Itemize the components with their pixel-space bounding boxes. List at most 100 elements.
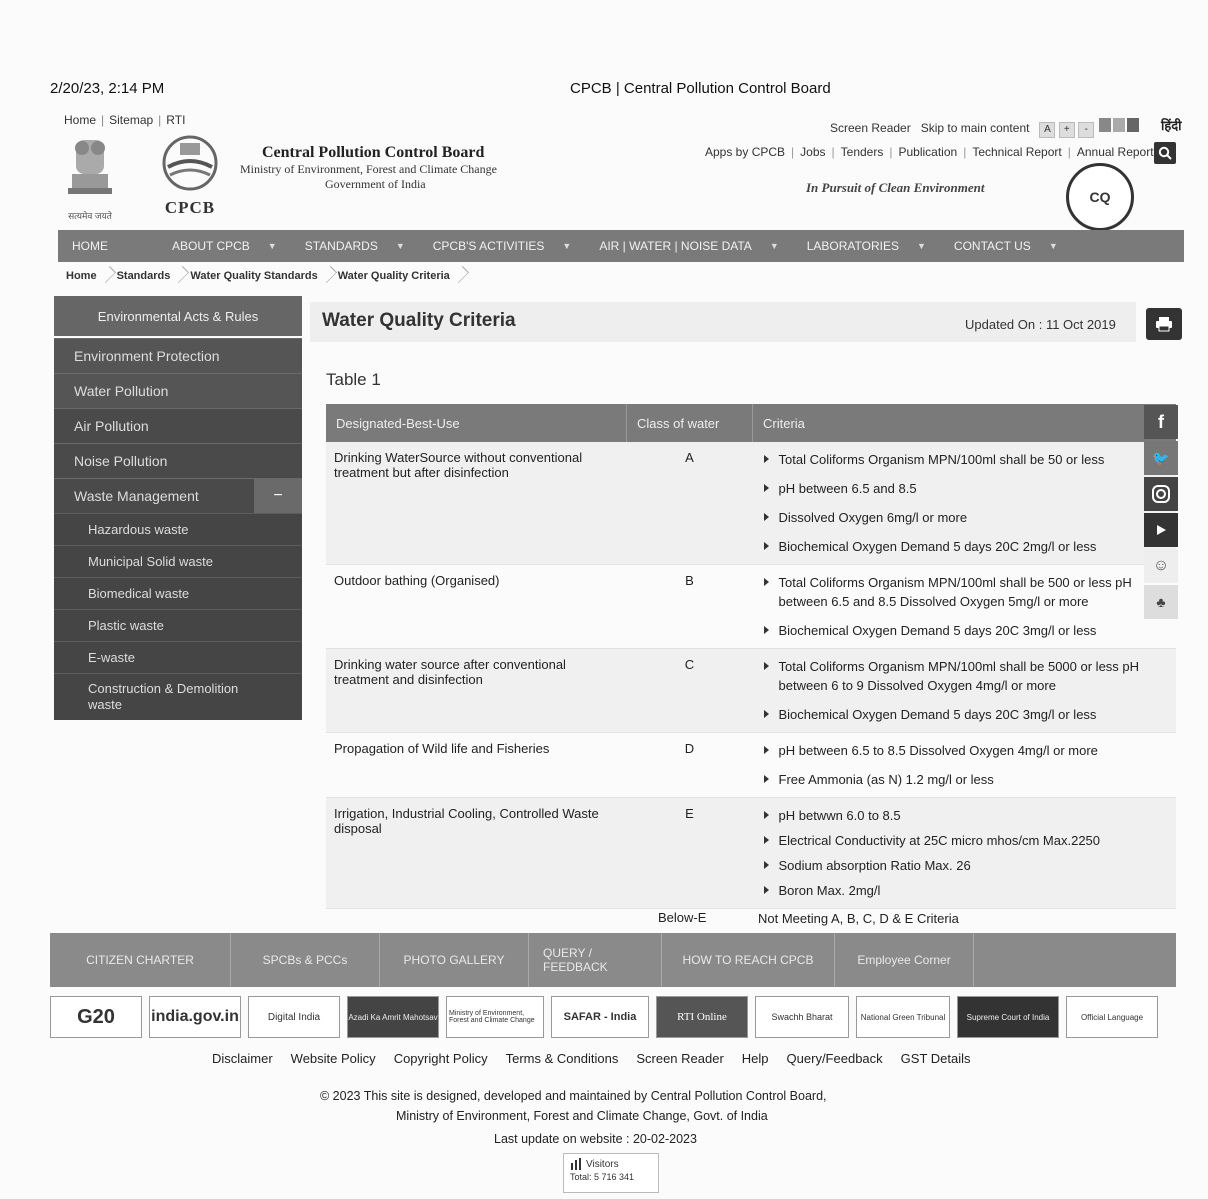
cell-class: C bbox=[626, 648, 753, 733]
youtube-icon[interactable] bbox=[1144, 513, 1178, 547]
footer-citizen-charter[interactable]: CITIZEN CHARTER bbox=[50, 933, 231, 987]
sidebar-header[interactable]: Environmental Acts & Rules bbox=[54, 296, 302, 336]
footer-link-copyright-policy[interactable]: Copyright Policy bbox=[394, 1051, 488, 1066]
partner-logo-official-language[interactable]: Official Language bbox=[1066, 996, 1158, 1038]
table-header-row: Designated-Best-Use Class of water Crite… bbox=[326, 404, 1176, 442]
theme-swatch-2[interactable] bbox=[1113, 118, 1126, 132]
partner-logo-moefcc[interactable]: Ministry of Environment, Forest and Clim… bbox=[446, 996, 544, 1038]
publication-link[interactable]: Publication bbox=[898, 145, 957, 159]
sidebar-item-environment-protection[interactable]: Environment Protection bbox=[54, 338, 302, 373]
footer-employee-corner[interactable]: Employee Corner bbox=[835, 933, 974, 987]
partner-logo-amrit-mahotsav[interactable]: Azadi Ka Amrit Mahotsav bbox=[347, 996, 439, 1038]
sidebar-item-label: Waste Management bbox=[74, 488, 199, 504]
sidebar-subitem-construction[interactable]: Construction & Demolition waste bbox=[54, 673, 302, 720]
national-emblem-icon: सत्यमेव जयते bbox=[62, 134, 118, 221]
technical-report-link[interactable]: Technical Report bbox=[972, 145, 1061, 159]
top-link-rti[interactable]: RTI bbox=[166, 113, 185, 127]
hindi-language-link[interactable]: हिंदी bbox=[1161, 116, 1182, 134]
search-button[interactable] bbox=[1154, 142, 1176, 164]
breadcrumb-water-quality-standards[interactable]: Water Quality Standards bbox=[182, 270, 329, 282]
mascot-icon[interactable]: ☺ bbox=[1144, 549, 1178, 583]
apps-link[interactable]: Apps by CPCB bbox=[705, 145, 785, 159]
footer-link-query-feedback[interactable]: Query/Feedback bbox=[787, 1051, 883, 1066]
nav-about[interactable]: ABOUT CPCB ▼ bbox=[122, 230, 291, 262]
nav-activities-label: CPCB'S ACTIVITIES bbox=[432, 239, 545, 253]
footer-link-disclaimer[interactable]: Disclaimer bbox=[212, 1051, 273, 1066]
chevron-down-icon: ▼ bbox=[267, 241, 277, 251]
partner-logo-ngt[interactable]: National Green Tribunal bbox=[856, 996, 950, 1038]
nav-laboratories[interactable]: LABORATORIES ▼ bbox=[793, 230, 940, 262]
font-reset-button[interactable]: A bbox=[1039, 122, 1056, 138]
top-link-home[interactable]: Home bbox=[64, 113, 96, 127]
page-title: Water Quality Criteria bbox=[322, 310, 516, 331]
sidebar-subitem-plastic[interactable]: Plastic waste bbox=[54, 609, 302, 641]
sidebar-item-waste-management[interactable]: Waste Management − bbox=[54, 478, 302, 513]
footer-query-feedback[interactable]: QUERY / FEEDBACK bbox=[529, 933, 662, 987]
criteria-item: Sodium absorption Ratio Max. 26 bbox=[761, 856, 1169, 875]
partner-logo-g20[interactable]: G20 bbox=[50, 996, 142, 1038]
partner-logo-rti-online[interactable]: RTI Online bbox=[656, 996, 748, 1038]
sidebar-subitem-ewaste[interactable]: E-waste bbox=[54, 641, 302, 673]
theme-swatch-1[interactable] bbox=[1099, 118, 1112, 132]
cell-criteria: pH between 6.5 to 8.5 Dissolved Oxygen 4… bbox=[752, 732, 1176, 798]
twitter-icon[interactable]: 🐦 bbox=[1144, 441, 1178, 475]
nav-activities[interactable]: CPCB'S ACTIVITIES ▼ bbox=[419, 230, 586, 262]
copyright-line-1: © 2023 This site is designed, developed … bbox=[320, 1089, 827, 1103]
table-row: Propagation of Wild life and Fisheries D… bbox=[326, 732, 1176, 798]
table-row: Irrigation, Industrial Cooling, Controll… bbox=[326, 797, 1176, 909]
criteria-item: Boron Max. 2mg/l bbox=[761, 881, 1169, 900]
chevron-down-icon: ▼ bbox=[769, 241, 779, 251]
partner-logo-digital-india[interactable]: Digital India bbox=[248, 996, 340, 1038]
theme-swatch-3[interactable] bbox=[1127, 118, 1140, 132]
jobs-link[interactable]: Jobs bbox=[800, 145, 825, 159]
sidebar-item-noise-pollution[interactable]: Noise Pollution bbox=[54, 443, 302, 478]
footer-link-terms[interactable]: Terms & Conditions bbox=[506, 1051, 619, 1066]
sidebar-subitem-hazardous[interactable]: Hazardous waste bbox=[54, 513, 302, 545]
collapse-icon[interactable]: − bbox=[254, 479, 302, 513]
print-button[interactable] bbox=[1146, 308, 1182, 340]
facebook-icon[interactable]: f bbox=[1144, 405, 1178, 439]
screen-reader-link[interactable]: Screen Reader bbox=[830, 121, 911, 135]
top-link-sitemap[interactable]: Sitemap bbox=[109, 113, 153, 127]
footer-how-to-reach[interactable]: HOW TO REACH CPCB bbox=[662, 933, 835, 987]
font-increase-button[interactable]: + bbox=[1058, 122, 1075, 138]
tenders-link[interactable]: Tenders bbox=[841, 145, 884, 159]
partner-logo-supreme-court[interactable]: Supreme Court of India bbox=[957, 996, 1059, 1038]
instagram-icon[interactable] bbox=[1144, 477, 1178, 511]
updated-date: Updated On : 11 Oct 2019 bbox=[965, 317, 1116, 332]
tree-icon[interactable]: ♣ bbox=[1144, 585, 1178, 619]
nav-standards[interactable]: STANDARDS ▼ bbox=[291, 230, 419, 262]
footer-spcbs[interactable]: SPCBs & PCCs bbox=[231, 933, 380, 987]
footer-link-help[interactable]: Help bbox=[742, 1051, 769, 1066]
partner-logo-swachh-bharat[interactable]: Swachh Bharat bbox=[755, 996, 849, 1038]
cell-use: Drinking water source after conventional… bbox=[326, 648, 627, 733]
footer-photo-gallery[interactable]: PHOTO GALLERY bbox=[380, 933, 529, 987]
skip-to-content-link[interactable]: Skip to main content bbox=[921, 121, 1030, 135]
breadcrumb-home[interactable]: Home bbox=[58, 270, 109, 282]
footer-link-gst[interactable]: GST Details bbox=[901, 1051, 971, 1066]
cell-criteria: Total Coliforms Organism MPN/100ml shall… bbox=[752, 648, 1176, 733]
sidebar-item-water-pollution[interactable]: Water Pollution bbox=[54, 373, 302, 408]
nav-about-label: ABOUT CPCB bbox=[172, 239, 250, 253]
org-ministry: Ministry of Environment, Forest and Clim… bbox=[240, 162, 497, 176]
footer-link-screen-reader[interactable]: Screen Reader bbox=[636, 1051, 723, 1066]
footer-link-website-policy[interactable]: Website Policy bbox=[291, 1051, 376, 1066]
partner-logo-india-gov[interactable]: india.gov.in bbox=[149, 996, 241, 1038]
breadcrumb-standards[interactable]: Standards bbox=[109, 270, 183, 282]
font-decrease-button[interactable]: - bbox=[1078, 122, 1095, 138]
search-icon bbox=[1158, 146, 1172, 160]
cell-class: B bbox=[626, 564, 753, 649]
sidebar-subitem-municipal[interactable]: Municipal Solid waste bbox=[54, 545, 302, 577]
nav-contact[interactable]: CONTACT US ▼ bbox=[940, 230, 1072, 262]
sidebar-subitem-biomedical[interactable]: Biomedical waste bbox=[54, 577, 302, 609]
header-designated-use: Designated-Best-Use bbox=[326, 404, 627, 442]
cpcb-logo-text: CPCB bbox=[164, 198, 216, 217]
partner-logos: G20 india.gov.in Digital India Azadi Ka … bbox=[50, 992, 1176, 1042]
nav-data[interactable]: AIR | WATER | NOISE DATA ▼ bbox=[585, 230, 792, 262]
nav-home[interactable]: HOME bbox=[58, 230, 122, 262]
partner-logo-safar[interactable]: SAFAR - India bbox=[551, 996, 649, 1038]
cell-use: Drinking WaterSource without conventiona… bbox=[326, 442, 627, 565]
annual-report-link[interactable]: Annual Report bbox=[1077, 145, 1154, 159]
sidebar-item-air-pollution[interactable]: Air Pollution bbox=[54, 408, 302, 443]
criteria-item: pH betwwn 6.0 to 8.5 bbox=[761, 806, 1169, 825]
